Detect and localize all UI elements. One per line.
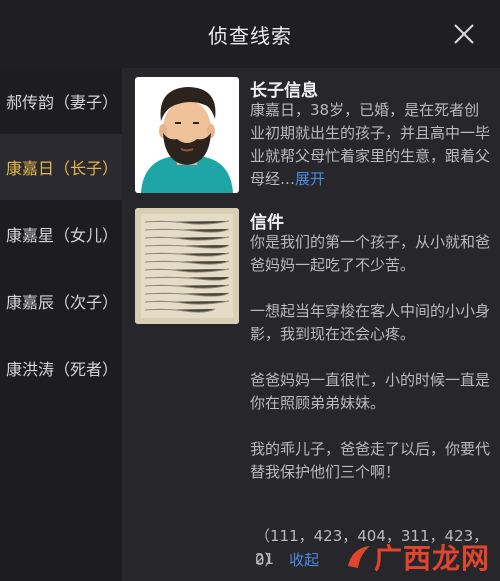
sidebar-item-deceased[interactable]: 康洪涛（死者） xyxy=(0,335,122,401)
letter-card-title: 信件 xyxy=(250,213,284,233)
letter-codes-end: 0） xyxy=(255,551,280,569)
site-watermark: 广西龙网 xyxy=(344,537,490,577)
watermark-logo-icon xyxy=(347,546,370,568)
letter-paragraph: 我的乖儿子，爸爸走了以后，你要代替我保护他们三个啊！ xyxy=(250,440,491,481)
info-card-summary: 康嘉日，38岁，已婚，是在死者创业初期就出生的孩子，并且高中一毕业就帮父母忙着家… xyxy=(250,101,491,188)
expand-link[interactable]: 展开 xyxy=(295,170,325,188)
sidebar-item-daughter[interactable]: 康嘉星（女儿） xyxy=(0,201,122,267)
close-icon[interactable] xyxy=(452,22,476,46)
collapse-link[interactable]: 收起 xyxy=(289,551,319,569)
header-bar: 侦查线索 xyxy=(0,0,500,68)
info-card-text: 康嘉日，38岁，已婚，是在死者创业初期就出生的孩子，并且高中一毕业就帮父母忙着家… xyxy=(250,99,490,191)
page-title: 侦查线索 xyxy=(208,24,292,48)
letter-thumbnail xyxy=(135,208,239,324)
letter-paragraph: 爸爸妈妈一直很忙，小的时候一直是你在照顾弟弟妹妹。 xyxy=(250,371,491,412)
suspect-sidebar: 郝传韵（妻子） 康嘉日（长子） 康嘉星（女儿） 康嘉辰（次子） 康洪涛（死者） xyxy=(0,68,122,581)
sidebar-item-eldest-son[interactable]: 康嘉日（长子） xyxy=(0,134,122,200)
sidebar-item-wife[interactable]: 郝传韵（妻子） xyxy=(0,68,122,134)
watermark-text: 广西龙网 xyxy=(373,542,490,575)
letter-body: 你是我们的第一个孩子，从小就和爸爸妈妈一起吃了不少苦。 一想起当年穿梭在客人中间… xyxy=(250,231,490,507)
letter-paragraph: 你是我们的第一个孩子，从小就和爸爸妈妈一起吃了不少苦。 xyxy=(250,233,491,274)
sidebar-item-second-son[interactable]: 康嘉辰（次子） xyxy=(0,268,122,334)
son-avatar xyxy=(135,77,239,193)
info-card-title: 长子信息 xyxy=(250,81,318,101)
letter-paragraph: 一想起当年穿梭在客人中间的小小身影，我到现在还会心疼。 xyxy=(250,302,491,343)
clue-content-panel: 长子信息 康嘉日，38岁，已婚，是在死者创业初期就出生的孩子，并且高中一毕业就帮… xyxy=(122,68,500,581)
